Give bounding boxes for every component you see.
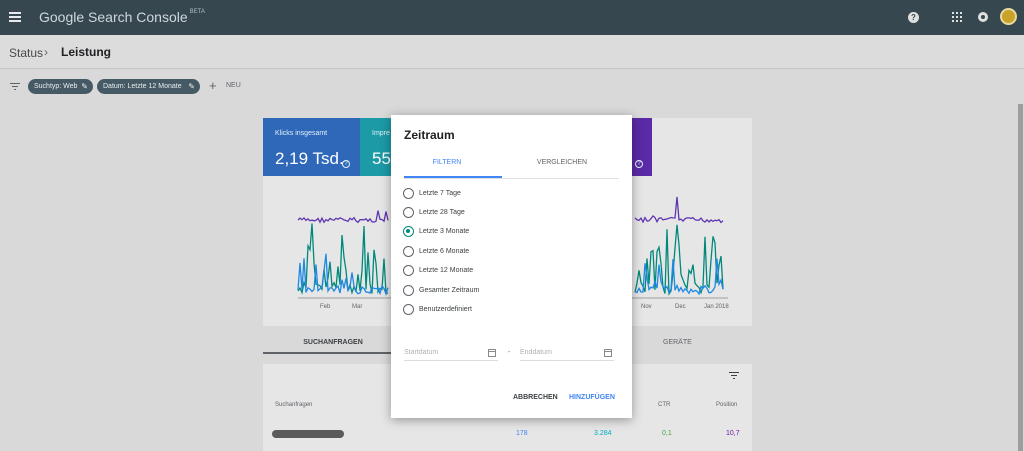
add-button[interactable]: HINZUFÜGEN <box>569 394 615 401</box>
option-label: Letzte 3 Monate <box>419 228 470 235</box>
chip-label: Suchtyp: Web <box>34 83 78 90</box>
apps-grid-icon[interactable] <box>952 12 962 22</box>
series-line <box>297 253 389 296</box>
chip-label: Datum: Letzte 12 Monate <box>103 83 182 90</box>
app-title-text: Google Search Console <box>39 9 188 25</box>
x-tick-label: Dec <box>675 304 686 310</box>
search-type-chip[interactable]: Suchtyp: Web ✎ <box>28 79 93 94</box>
menu-icon[interactable] <box>9 12 21 22</box>
option-label: Gesamter Zeitraum <box>419 287 480 294</box>
filter-bar: Suchtyp: Web ✎ Datum: Letzte 12 Monate ✎… <box>0 70 1024 102</box>
column-header-position[interactable]: Position <box>716 402 737 408</box>
tab-compare[interactable]: VERGLEICHEN <box>506 159 618 166</box>
cancel-button[interactable]: ABBRECHEN <box>513 394 558 401</box>
option-label: Letzte 6 Monate <box>419 248 470 255</box>
option-label: Benutzerdefiniert <box>419 306 472 313</box>
breadcrumb-parent[interactable]: Status <box>9 46 43 60</box>
date-separator: - <box>508 349 511 356</box>
radio-button[interactable] <box>403 246 414 257</box>
x-tick-label: Feb <box>320 304 331 310</box>
series-line <box>297 210 389 224</box>
end-date-field[interactable]: Enddatum <box>520 347 614 361</box>
date-range-dialog: Zeitraum FILTERN VERGLEICHEN Letzte 7 Ta… <box>391 115 632 418</box>
tab-filter[interactable]: FILTERN <box>391 159 503 166</box>
chevron-right-icon: › <box>44 45 48 59</box>
series-line <box>634 196 724 224</box>
x-tick-label: Nov <box>641 304 652 310</box>
dialog-title: Zeitraum <box>404 128 455 142</box>
x-tick-label: Jan 2018 <box>704 304 729 310</box>
x-tick-label: Mar <box>352 304 363 310</box>
redacted-query[interactable] <box>272 430 344 438</box>
help-icon[interactable]: ? <box>908 12 919 23</box>
row-position: 10,7 <box>726 430 740 437</box>
page-title: Leistung <box>61 45 111 59</box>
row-ctr: 0,1 <box>662 430 672 437</box>
calendar-icon[interactable] <box>488 349 496 357</box>
start-date-field[interactable]: Startdatum <box>404 347 498 361</box>
option-label: Letzte 28 Tage <box>419 209 465 216</box>
radio-button[interactable] <box>403 207 414 218</box>
tab-devices[interactable]: GERÄTE <box>663 336 692 350</box>
option-label: Letzte 12 Monate <box>419 267 474 274</box>
app-title[interactable]: Google Search Console BETA <box>39 9 205 25</box>
edit-icon[interactable]: ✎ <box>81 79 88 94</box>
column-header-ctr[interactable]: CTR <box>658 402 670 408</box>
edit-icon[interactable]: ✎ <box>188 79 195 94</box>
notifications-icon[interactable] <box>978 12 988 22</box>
add-icon[interactable]: + <box>209 78 217 93</box>
scrollbar[interactable] <box>1018 104 1023 451</box>
breadcrumb: Status › Leistung <box>0 35 1024 69</box>
option-label: Letzte 7 Tage <box>419 190 461 197</box>
radio-button[interactable] <box>403 304 414 315</box>
app-bar: Google Search Console BETA ? <box>0 0 1024 35</box>
filter-icon[interactable] <box>10 83 20 91</box>
calendar-icon[interactable] <box>604 349 612 357</box>
column-header-query[interactable]: Suchanfragen <box>275 402 312 408</box>
row-impressions: 3.284 <box>594 430 612 437</box>
radio-button-checked[interactable] <box>403 226 414 237</box>
beta-badge: BETA <box>189 9 205 15</box>
tab-divider <box>404 178 619 179</box>
date-chip[interactable]: Datum: Letzte 12 Monate ✎ <box>97 79 200 94</box>
avatar[interactable] <box>1000 8 1017 25</box>
tab-queries[interactable]: SUCHANFRAGEN <box>263 336 403 354</box>
radio-button[interactable] <box>403 265 414 276</box>
start-date-placeholder: Startdatum <box>404 349 439 356</box>
filter-icon[interactable] <box>729 372 739 380</box>
radio-button[interactable] <box>403 188 414 199</box>
row-clicks: 178 <box>516 430 528 437</box>
end-date-placeholder: Enddatum <box>520 349 552 356</box>
add-filter-button[interactable]: NEU <box>226 82 241 89</box>
radio-button[interactable] <box>403 285 414 296</box>
